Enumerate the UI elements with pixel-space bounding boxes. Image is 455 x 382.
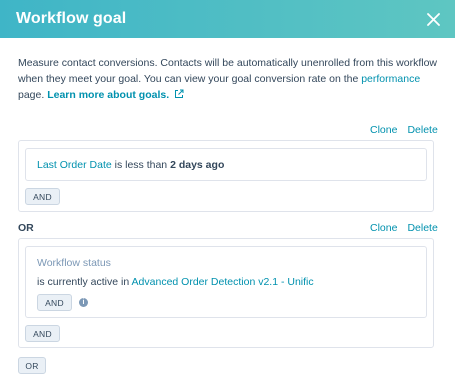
filter-1-text: Last Order Date is less than 2 days ago xyxy=(37,159,224,171)
close-icon[interactable] xyxy=(421,7,445,31)
goal-description: Measure contact conversions. Contacts wi… xyxy=(18,55,438,104)
filter-2-value[interactable]: Advanced Order Detection v2.1 - Unific xyxy=(132,276,314,288)
info-icon[interactable]: i xyxy=(79,298,88,307)
learn-more-link[interactable]: Learn more about goals. xyxy=(47,89,169,101)
filter-2-operator: is currently active in xyxy=(37,276,130,288)
group2-delete-button[interactable]: Delete xyxy=(407,222,437,234)
performance-link[interactable]: performance xyxy=(361,73,420,85)
modal-header: Workflow goal xyxy=(0,0,455,38)
group1-delete-button[interactable]: Delete xyxy=(407,124,437,136)
filter-group-1: Last Order Date is less than 2 days ago … xyxy=(18,140,434,212)
filter-2-condition: is currently active in Advanced Order De… xyxy=(37,276,314,288)
group1-clone-button[interactable]: Clone xyxy=(370,124,397,136)
filter-2-property[interactable]: Workflow status xyxy=(37,257,111,269)
filter-1[interactable]: Last Order Date is less than 2 days ago xyxy=(25,148,427,181)
group1-actions: Clone Delete xyxy=(370,124,438,136)
group2-clone-button[interactable]: Clone xyxy=(370,222,397,234)
filter-1-value: 2 days ago xyxy=(170,159,225,171)
filter-1-operator: is less than xyxy=(114,159,168,171)
description-page-text: page. xyxy=(18,89,45,101)
filter-2[interactable]: Workflow status is currently active in A… xyxy=(25,246,427,318)
filter-group-2: Workflow status is currently active in A… xyxy=(18,238,434,348)
external-link-icon[interactable] xyxy=(174,88,184,104)
filter-2-and-button[interactable]: AND xyxy=(37,294,72,311)
modal-title: Workflow goal xyxy=(16,10,127,27)
add-or-group-button[interactable]: OR xyxy=(18,357,46,374)
group1-and-button[interactable]: AND xyxy=(25,188,60,205)
group2-actions: Clone Delete xyxy=(370,222,438,234)
or-separator: OR xyxy=(18,222,34,234)
filter-1-property[interactable]: Last Order Date xyxy=(37,159,112,171)
group2-and-button[interactable]: AND xyxy=(25,325,60,342)
